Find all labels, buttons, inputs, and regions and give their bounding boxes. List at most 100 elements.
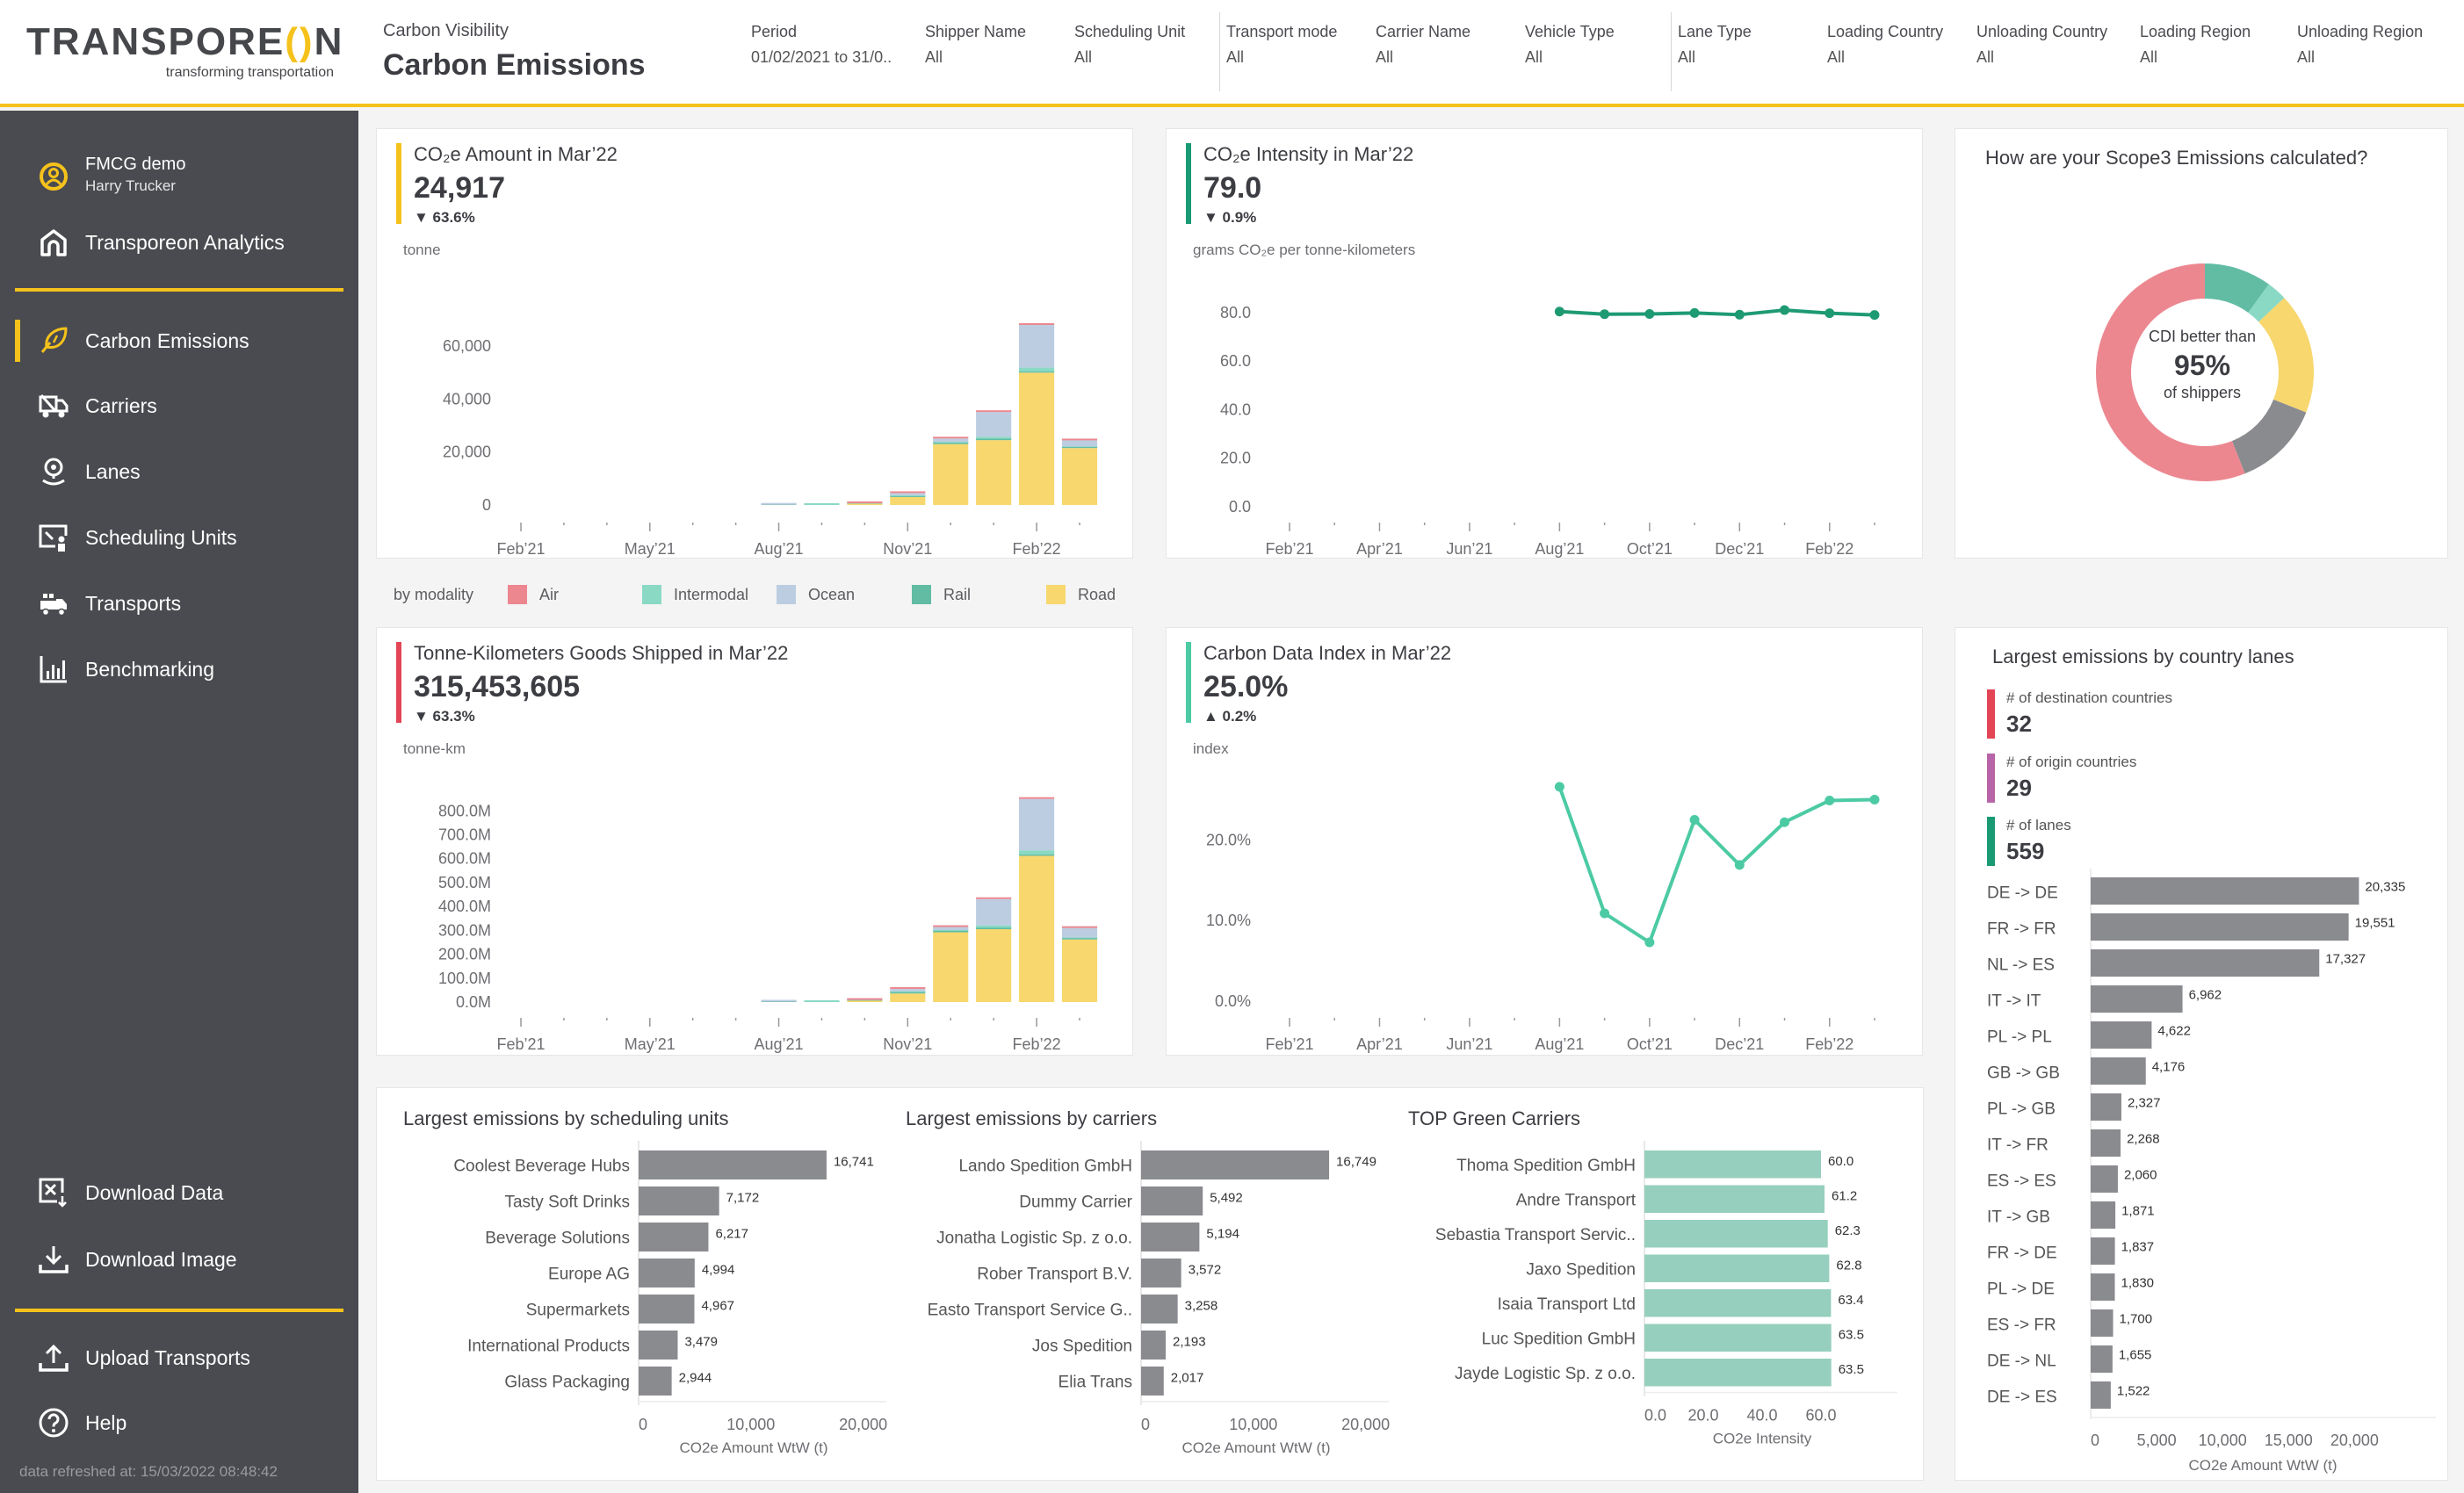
- filter-value[interactable]: All: [2140, 48, 2251, 67]
- co2-amount-chart[interactable]: 0 20,000 40,000 60,000 Feb’21 May’21 Aug’21 Nov…: [377, 129, 1134, 559]
- sidebar-item-home[interactable]: Transporeon Analytics: [0, 216, 358, 269]
- filter-value[interactable]: All: [1074, 48, 1185, 67]
- download-icon: [37, 1243, 70, 1276]
- filter-unloading-region[interactable]: Unloading Region All: [2297, 23, 2423, 67]
- x-axis-label: CO2e Amount WtW (t): [1181, 1439, 1330, 1456]
- legend-swatch: [508, 585, 527, 604]
- bar-segment-ocean: [761, 502, 797, 505]
- filter-scheduling-unit[interactable]: Scheduling Unit All: [1074, 23, 1185, 67]
- user-account[interactable]: FMCG demo Harry Trucker: [0, 146, 358, 207]
- bar-value-label: 1,871: [2121, 1204, 2155, 1219]
- sidebar-item-lanes[interactable]: Lanes: [0, 445, 358, 498]
- filter-value[interactable]: All: [1678, 48, 1752, 67]
- truck-icon: [37, 389, 70, 422]
- x-tick-label: Apr’21: [1356, 1035, 1403, 1053]
- data-point: [1825, 308, 1835, 319]
- bar-segment-ocean: [1019, 798, 1055, 851]
- x-tick-label: Aug’21: [755, 540, 804, 558]
- bar-value-label: 3,572: [1189, 1263, 1222, 1278]
- legend-label: Ocean: [808, 585, 856, 603]
- bar-segment-air: [1061, 926, 1098, 928]
- filter-unloading-country[interactable]: Unloading Country All: [1976, 23, 2107, 67]
- filter-loading-region[interactable]: Loading Region All: [2140, 23, 2251, 67]
- sidebar-item-carriers[interactable]: Carriers: [0, 379, 358, 432]
- page-subtitle: Carbon Visibility: [383, 21, 509, 40]
- bar: [2091, 1237, 2115, 1265]
- bar: [639, 1331, 678, 1360]
- country-lanes-chart[interactable]: 0 5,000 10,000 15,000 20,000 CO2e Amount WtW …: [1955, 628, 2449, 1482]
- sidebar-item-label: Help: [85, 1410, 127, 1434]
- logo-tagline: transforming transportation: [165, 65, 334, 80]
- filter-value[interactable]: All: [1226, 48, 1337, 67]
- x-tick-label: 0: [1141, 1416, 1150, 1433]
- filter-value[interactable]: All: [1827, 48, 1943, 67]
- lane-label: DE -> ES: [1987, 1388, 2057, 1407]
- legend-item-intermodal[interactable]: Intermodal: [642, 585, 748, 604]
- filter-period[interactable]: Period 01/02/2021 to 31/0..: [751, 23, 892, 67]
- y-tick-label: 200.0M: [438, 946, 491, 963]
- bar-segment-ocean: [1061, 927, 1098, 938]
- filter-value[interactable]: All: [1525, 48, 1615, 67]
- y-tick-label: 300.0M: [438, 921, 491, 939]
- sidebar-item-carbon-emissions[interactable]: Carbon Emissions: [0, 314, 358, 367]
- legend-label: Road: [1078, 585, 1116, 603]
- filter-value[interactable]: All: [1976, 48, 2107, 67]
- transporeon-logo[interactable]: TRANSPORE()N transforming transportation: [26, 21, 342, 81]
- legend-title: by modality: [394, 585, 474, 603]
- y-tick-label: 20.0%: [1206, 831, 1251, 848]
- legend-item-road[interactable]: Road: [1046, 585, 1116, 604]
- bar-segment-air: [847, 501, 883, 503]
- bar-segment-ocean: [761, 999, 797, 1002]
- category-label: Dummy Carrier: [1019, 1194, 1132, 1212]
- filter-vehicle-type[interactable]: Vehicle Type All: [1525, 23, 1615, 67]
- legend-item-air[interactable]: Air: [508, 585, 559, 604]
- user-account-name: FMCG demo: [85, 155, 186, 174]
- filter-carrier-name[interactable]: Carrier Name All: [1376, 23, 1470, 67]
- filter-loading-country[interactable]: Loading Country All: [1827, 23, 1943, 67]
- bar-segment-road: [890, 993, 926, 1002]
- bar-segment-ocean: [933, 927, 969, 930]
- sidebar-item-label: Download Data: [85, 1180, 224, 1204]
- lane-label: PL -> DE: [1987, 1280, 2055, 1299]
- bar: [2091, 877, 2359, 905]
- help-button[interactable]: Help: [0, 1396, 358, 1449]
- sidebar-item-scheduling-units[interactable]: Scheduling Units: [0, 511, 358, 564]
- sidebar-item-label: Download Image: [85, 1247, 237, 1271]
- download-data-button[interactable]: Download Data: [0, 1166, 358, 1219]
- sidebar-item-benchmarking[interactable]: Benchmarking: [0, 643, 358, 696]
- bar-value-label: 2,268: [2127, 1132, 2160, 1147]
- bar-value-label: 6,217: [715, 1227, 748, 1242]
- upload-transports-button[interactable]: Upload Transports: [0, 1331, 358, 1384]
- lane-label: PL -> PL: [1987, 1028, 2052, 1047]
- filter-transport-mode[interactable]: Transport mode All: [1226, 23, 1337, 67]
- bottom-bar-charts[interactable]: Largest emissions by scheduling units 0 10…: [377, 1088, 1925, 1482]
- legend-item-ocean[interactable]: Ocean: [777, 585, 855, 604]
- x-tick-label: 10,000: [726, 1416, 775, 1433]
- bar: [2091, 1093, 2121, 1121]
- co2-intensity-chart[interactable]: 0.0 20.0 40.0 60.0 80.0 Feb’21 Apr’21 Jun’21 Aug…: [1167, 129, 1924, 559]
- lane-label: ES -> FR: [1987, 1316, 2056, 1335]
- tonne-km-chart[interactable]: 0.0M 100.0M 200.0M 300.0M 400.0M 500.0M 600.0M…: [377, 628, 1134, 1057]
- filter-value[interactable]: All: [2297, 48, 2423, 67]
- filter-label: Scheduling Unit: [1074, 23, 1186, 40]
- download-image-button[interactable]: Download Image: [0, 1233, 358, 1286]
- data-point: [1869, 310, 1880, 321]
- filter-value[interactable]: All: [925, 48, 1026, 67]
- filter-shipper-name[interactable]: Shipper Name All: [925, 23, 1026, 67]
- bar-segment-road: [1019, 855, 1055, 1002]
- data-point: [1825, 795, 1835, 805]
- bar-value-label: 60.0: [1828, 1154, 1853, 1169]
- filter-value[interactable]: 01/02/2021 to 31/0..: [751, 48, 892, 67]
- carbon-data-index-chart[interactable]: 0.0% 10.0% 20.0% Feb’21 Apr’21 Jun’21 Aug’21 Oc…: [1167, 628, 1924, 1057]
- x-tick-label: Aug’21: [1535, 540, 1584, 558]
- sidebar-item-transports[interactable]: Transports: [0, 577, 358, 630]
- filter-lane-type[interactable]: Lane Type All: [1678, 23, 1752, 67]
- bar-value-label: 16,749: [1336, 1155, 1377, 1170]
- legend-item-rail[interactable]: Rail: [912, 585, 971, 604]
- filter-value[interactable]: All: [1376, 48, 1470, 67]
- scope3-panel: How are your Scope3 Emissions calculated…: [1955, 128, 2448, 559]
- sidebar-item-label: Lanes: [85, 459, 141, 483]
- bar: [2091, 1165, 2118, 1193]
- lane-label: FR -> FR: [1987, 920, 2056, 939]
- legend-swatch: [1046, 585, 1066, 604]
